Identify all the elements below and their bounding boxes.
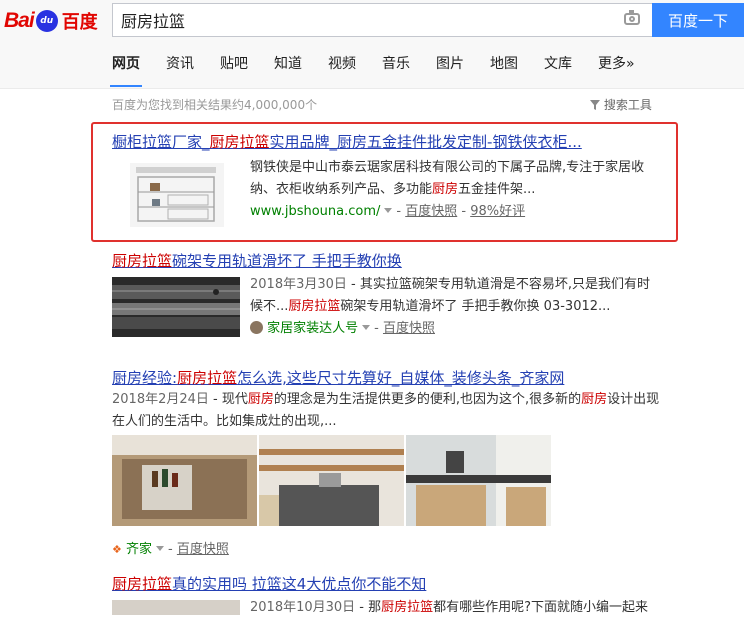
result-2-cache[interactable]: 百度快照 (383, 321, 435, 336)
result-2-meta: 家居家装达人号 - 百度快照 (250, 317, 435, 336)
dropdown-icon[interactable] (362, 325, 371, 330)
result-2-abstract: 2018年3月30日 - 其实拉篮碗架专用轨道滑是不容易坏,只是我们有时 候不.… (250, 277, 650, 314)
qijia-icon: ❖ (112, 543, 122, 556)
search-tools[interactable]: 搜索工具 (590, 96, 652, 113)
tab-wenku[interactable]: 文库 (544, 55, 572, 87)
nav-tabs: 网页 资讯 贴吧 知道 视频 音乐 图片 地图 文库 更多» (110, 55, 661, 87)
result-4-abstract: 2018年10月30日 - 那厨房拉篮都有哪些作用呢?下面就随小编一起来 (250, 600, 649, 615)
search-button[interactable]: 百度一下 (652, 3, 744, 37)
result-3-image-1[interactable] (112, 435, 257, 526)
result-1-cache[interactable]: 百度快照 (405, 204, 457, 219)
top-bar: Bai du 百度 百度一下 网页 资讯 贴吧 知道 视频 音乐 图片 地图 文… (0, 0, 744, 89)
tab-zhidao[interactable]: 知道 (274, 55, 302, 87)
result-1-title[interactable]: 橱柜拉篮厂家_厨房拉篮实用品牌_厨房五金挂件批发定制-钢铁侠衣柜... (112, 131, 582, 152)
tab-tieba[interactable]: 贴吧 (220, 55, 248, 87)
result-1-rating[interactable]: 98%好评 (470, 204, 525, 219)
search-tools-label: 搜索工具 (603, 98, 652, 112)
author-avatar (250, 321, 263, 334)
tab-music[interactable]: 音乐 (382, 55, 410, 87)
tab-maps[interactable]: 地图 (490, 55, 518, 87)
logo-paw-icon: du (35, 10, 58, 32)
baidu-logo[interactable]: Bai du 百度 (4, 6, 98, 36)
result-3-meta: ❖ 齐家 - 百度快照 (112, 542, 229, 557)
result-4-thumbnail[interactable] (112, 600, 240, 615)
tab-video[interactable]: 视频 (328, 55, 356, 87)
result-3-source[interactable]: 齐家 (126, 542, 152, 557)
result-4-title[interactable]: 厨房拉篮真的实用吗 拉篮这4大优点你不能不知 (112, 573, 426, 594)
result-3-abstract: 2018年2月24日 - 现代厨房的理念是为生活提供更多的便利,也因为这个,很多… (112, 392, 660, 429)
tab-images[interactable]: 图片 (436, 55, 464, 87)
result-3-image-2[interactable] (259, 435, 404, 526)
tab-news[interactable]: 资讯 (166, 55, 194, 87)
result-3-image-3[interactable] (406, 435, 551, 526)
search-input[interactable] (121, 4, 611, 36)
search-box (112, 3, 652, 37)
result-1-url[interactable]: www.jbshouna.com/ (250, 204, 380, 219)
result-2-thumbnail[interactable] (112, 277, 240, 337)
logo-latin: Bai (4, 9, 35, 32)
logo-chinese: 百度 (61, 12, 98, 33)
result-2-title[interactable]: 厨房拉篮碗架专用轨道滑坏了 手把手教你换 (112, 250, 402, 271)
result-1-thumbnail[interactable] (112, 157, 240, 232)
result-3-cache[interactable]: 百度快照 (177, 542, 229, 557)
dropdown-icon[interactable] (384, 208, 393, 213)
result-1-meta: www.jbshouna.com/- 百度快照 - 98%好评 (250, 204, 526, 219)
result-2-source[interactable]: 家居家装达人号 (267, 321, 358, 336)
funnel-icon (590, 100, 600, 110)
dropdown-icon[interactable] (156, 546, 165, 551)
result-1-abstract: 钢铁侠是中山市泰云琚家居科技有限公司的下属子品牌,专注于家居收 纳、衣柜收纳系列… (250, 160, 645, 197)
result-count: 百度为您找到相关结果约4,000,000个 (112, 98, 318, 112)
result-3-title[interactable]: 厨房经验:厨房拉篮怎么选,这些尺寸先算好_自媒体_装修头条_齐家网 (112, 367, 564, 388)
camera-icon[interactable] (624, 10, 640, 25)
tab-web[interactable]: 网页 (110, 55, 142, 87)
tab-more[interactable]: 更多» (598, 55, 635, 87)
